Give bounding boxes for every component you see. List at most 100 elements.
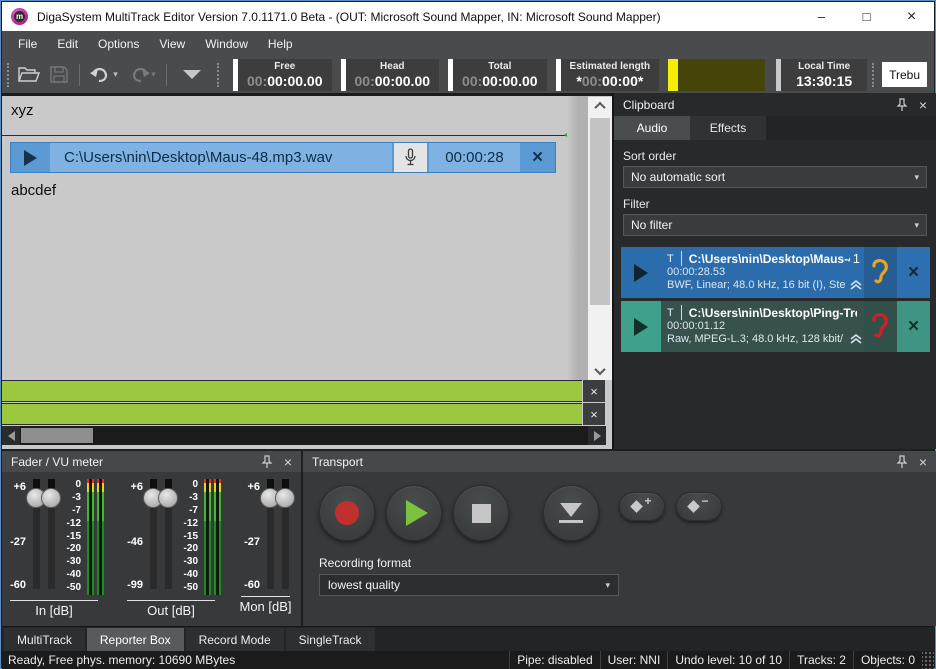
fader-group-out: +6 -46 -99 0-3-7-12-15-20-30-40-50 Out [… xyxy=(121,479,221,618)
scroll-right-button[interactable] xyxy=(588,426,606,445)
entry-play-button[interactable] xyxy=(621,301,661,352)
tab-effects[interactable]: Effects xyxy=(690,116,766,140)
fader-knob[interactable] xyxy=(275,488,295,508)
track-lane-1[interactable]: × xyxy=(2,380,605,402)
toolbar-grip[interactable] xyxy=(7,63,9,87)
scroll-up-button[interactable] xyxy=(588,97,612,115)
track-close-button[interactable]: × xyxy=(520,143,555,172)
undo-caret-icon[interactable]: ▾ xyxy=(113,69,118,80)
fader-knob[interactable] xyxy=(41,488,61,508)
pin-icon[interactable] xyxy=(896,455,908,469)
horizontal-scroll-thumb[interactable] xyxy=(21,428,93,443)
record-button[interactable] xyxy=(319,485,375,541)
close-button[interactable]: × xyxy=(889,2,934,31)
audio-track-bar[interactable]: C:\Users\nin\Desktop\Maus-48.mp3.wav 00:… xyxy=(10,142,556,173)
menu-view[interactable]: View xyxy=(149,33,195,55)
dropdown-button[interactable] xyxy=(172,61,212,89)
play-icon xyxy=(406,500,428,526)
fader-slider[interactable] xyxy=(44,479,59,591)
scroll-down-button[interactable] xyxy=(588,362,612,380)
redo-button[interactable]: ▾ xyxy=(123,61,161,89)
track-file-path[interactable]: C:\Users\nin\Desktop\Maus-48.mp3.wav xyxy=(50,143,392,172)
undo-button[interactable]: ▾ xyxy=(85,61,123,89)
entry-divider xyxy=(681,305,682,320)
save-button[interactable] xyxy=(44,61,74,89)
track-lane-2[interactable]: × xyxy=(2,403,605,425)
entry-info[interactable]: T C:\Users\nin\Desktop\Maus-48.m 1 00:00… xyxy=(661,247,864,298)
app-icon-letter: m xyxy=(14,11,25,22)
caret-down-icon: ▾ xyxy=(914,220,919,231)
entry-info[interactable]: T C:\Users\nin\Desktop\Ping-Trenner.M 00… xyxy=(661,301,864,352)
menu-options[interactable]: Options xyxy=(88,33,149,55)
entry-delete-button[interactable]: × xyxy=(897,301,930,352)
close-panel-icon[interactable]: × xyxy=(284,456,292,468)
pin-icon[interactable] xyxy=(896,98,908,112)
local-time-label: Local Time xyxy=(798,61,850,73)
pin-icon[interactable] xyxy=(261,455,273,469)
scroll-left-button[interactable] xyxy=(2,426,20,445)
tab-reporter-box[interactable]: Reporter Box xyxy=(87,628,184,651)
sort-order-select[interactable]: No automatic sort ▾ xyxy=(623,166,927,188)
resize-grip[interactable] xyxy=(922,651,934,669)
stop-button[interactable] xyxy=(453,485,509,541)
entry-listen-button[interactable] xyxy=(864,247,897,298)
filter-select[interactable]: No filter ▾ xyxy=(623,214,927,236)
fader-slider[interactable] xyxy=(161,479,176,591)
play-button[interactable] xyxy=(386,485,442,541)
fader-groups: +6 -27 -60 0-3-7-12-15-20-30-40-50 In [d… xyxy=(2,472,301,618)
lane-close-button[interactable]: × xyxy=(583,380,605,402)
free-counter-dim: 00: xyxy=(247,73,267,89)
menu-file[interactable]: File xyxy=(8,33,47,55)
head-counter-dim: 00: xyxy=(355,73,375,89)
open-button[interactable] xyxy=(14,61,44,89)
clipboard-entry[interactable]: T C:\Users\nin\Desktop\Maus-48.m 1 00:00… xyxy=(621,247,930,298)
entry-delete-button[interactable]: × xyxy=(897,247,930,298)
track-lane-waveform[interactable] xyxy=(2,380,582,402)
track-lane-waveform[interactable] xyxy=(2,403,582,425)
local-time-counter: Local Time 13:30:15 xyxy=(781,59,867,91)
free-counter: Free 00:00:00.00 xyxy=(238,59,332,91)
tab-multitrack[interactable]: MultiTrack xyxy=(4,628,85,651)
fader-panel-title: Fader / VU meter xyxy=(11,455,103,469)
sort-order-value: No automatic sort xyxy=(631,170,725,184)
horizontal-scrollbar[interactable] xyxy=(2,426,606,445)
track-editor-area[interactable]: xyz C:\Users\nin\Desktop\Maus-48.mp3.wav… xyxy=(2,93,612,449)
skip-to-end-button[interactable] xyxy=(543,485,599,541)
vertical-scroll-thumb[interactable] xyxy=(590,118,610,305)
minimize-button[interactable]: – xyxy=(799,2,844,31)
entry-play-button[interactable] xyxy=(621,247,661,298)
font-button[interactable]: Trebu xyxy=(882,62,927,87)
track-play-button[interactable] xyxy=(11,143,50,172)
total-counter: Total 00:00:00.00 xyxy=(453,59,547,91)
recording-format-select[interactable]: lowest quality ▾ xyxy=(319,574,619,596)
toolbar-grip[interactable] xyxy=(872,63,874,87)
clipboard-entry[interactable]: T C:\Users\nin\Desktop\Ping-Trenner.M 00… xyxy=(621,301,930,352)
play-icon xyxy=(634,318,648,336)
tab-record-mode[interactable]: Record Mode xyxy=(186,628,284,651)
head-counter: Head 00:00:00.00 xyxy=(346,59,440,91)
close-panel-icon[interactable]: × xyxy=(919,99,927,111)
menu-window[interactable]: Window xyxy=(195,33,258,55)
tab-singletrack[interactable]: SingleTrack xyxy=(286,628,375,651)
redo-caret-icon[interactable]: ▾ xyxy=(151,69,156,80)
maximize-button[interactable]: □ xyxy=(844,2,889,31)
fader-slider[interactable] xyxy=(278,479,293,591)
collapse-chevrons-icon[interactable] xyxy=(849,332,863,350)
vertical-scrollbar[interactable] xyxy=(588,97,612,380)
lane-close-button[interactable]: × xyxy=(583,403,605,425)
toolbar-grip[interactable] xyxy=(217,63,219,87)
track-record-button[interactable] xyxy=(394,143,427,172)
head-counter-value: 00:00.00 xyxy=(375,73,430,89)
entry-listen-button[interactable] xyxy=(864,301,897,352)
close-panel-icon[interactable]: × xyxy=(919,456,927,468)
remove-marker-button[interactable]: − xyxy=(676,492,722,521)
fader-mid-label: -46 xyxy=(127,536,143,548)
tab-audio[interactable]: Audio xyxy=(614,116,690,140)
fader-knob[interactable] xyxy=(158,488,178,508)
menu-help[interactable]: Help xyxy=(258,33,303,55)
fader-max-label: +6 xyxy=(13,481,26,493)
estimated-length-value: 00:00* xyxy=(602,73,643,89)
collapse-chevrons-icon[interactable] xyxy=(849,278,863,296)
add-marker-button[interactable]: + xyxy=(619,492,665,521)
menu-edit[interactable]: Edit xyxy=(47,33,88,55)
